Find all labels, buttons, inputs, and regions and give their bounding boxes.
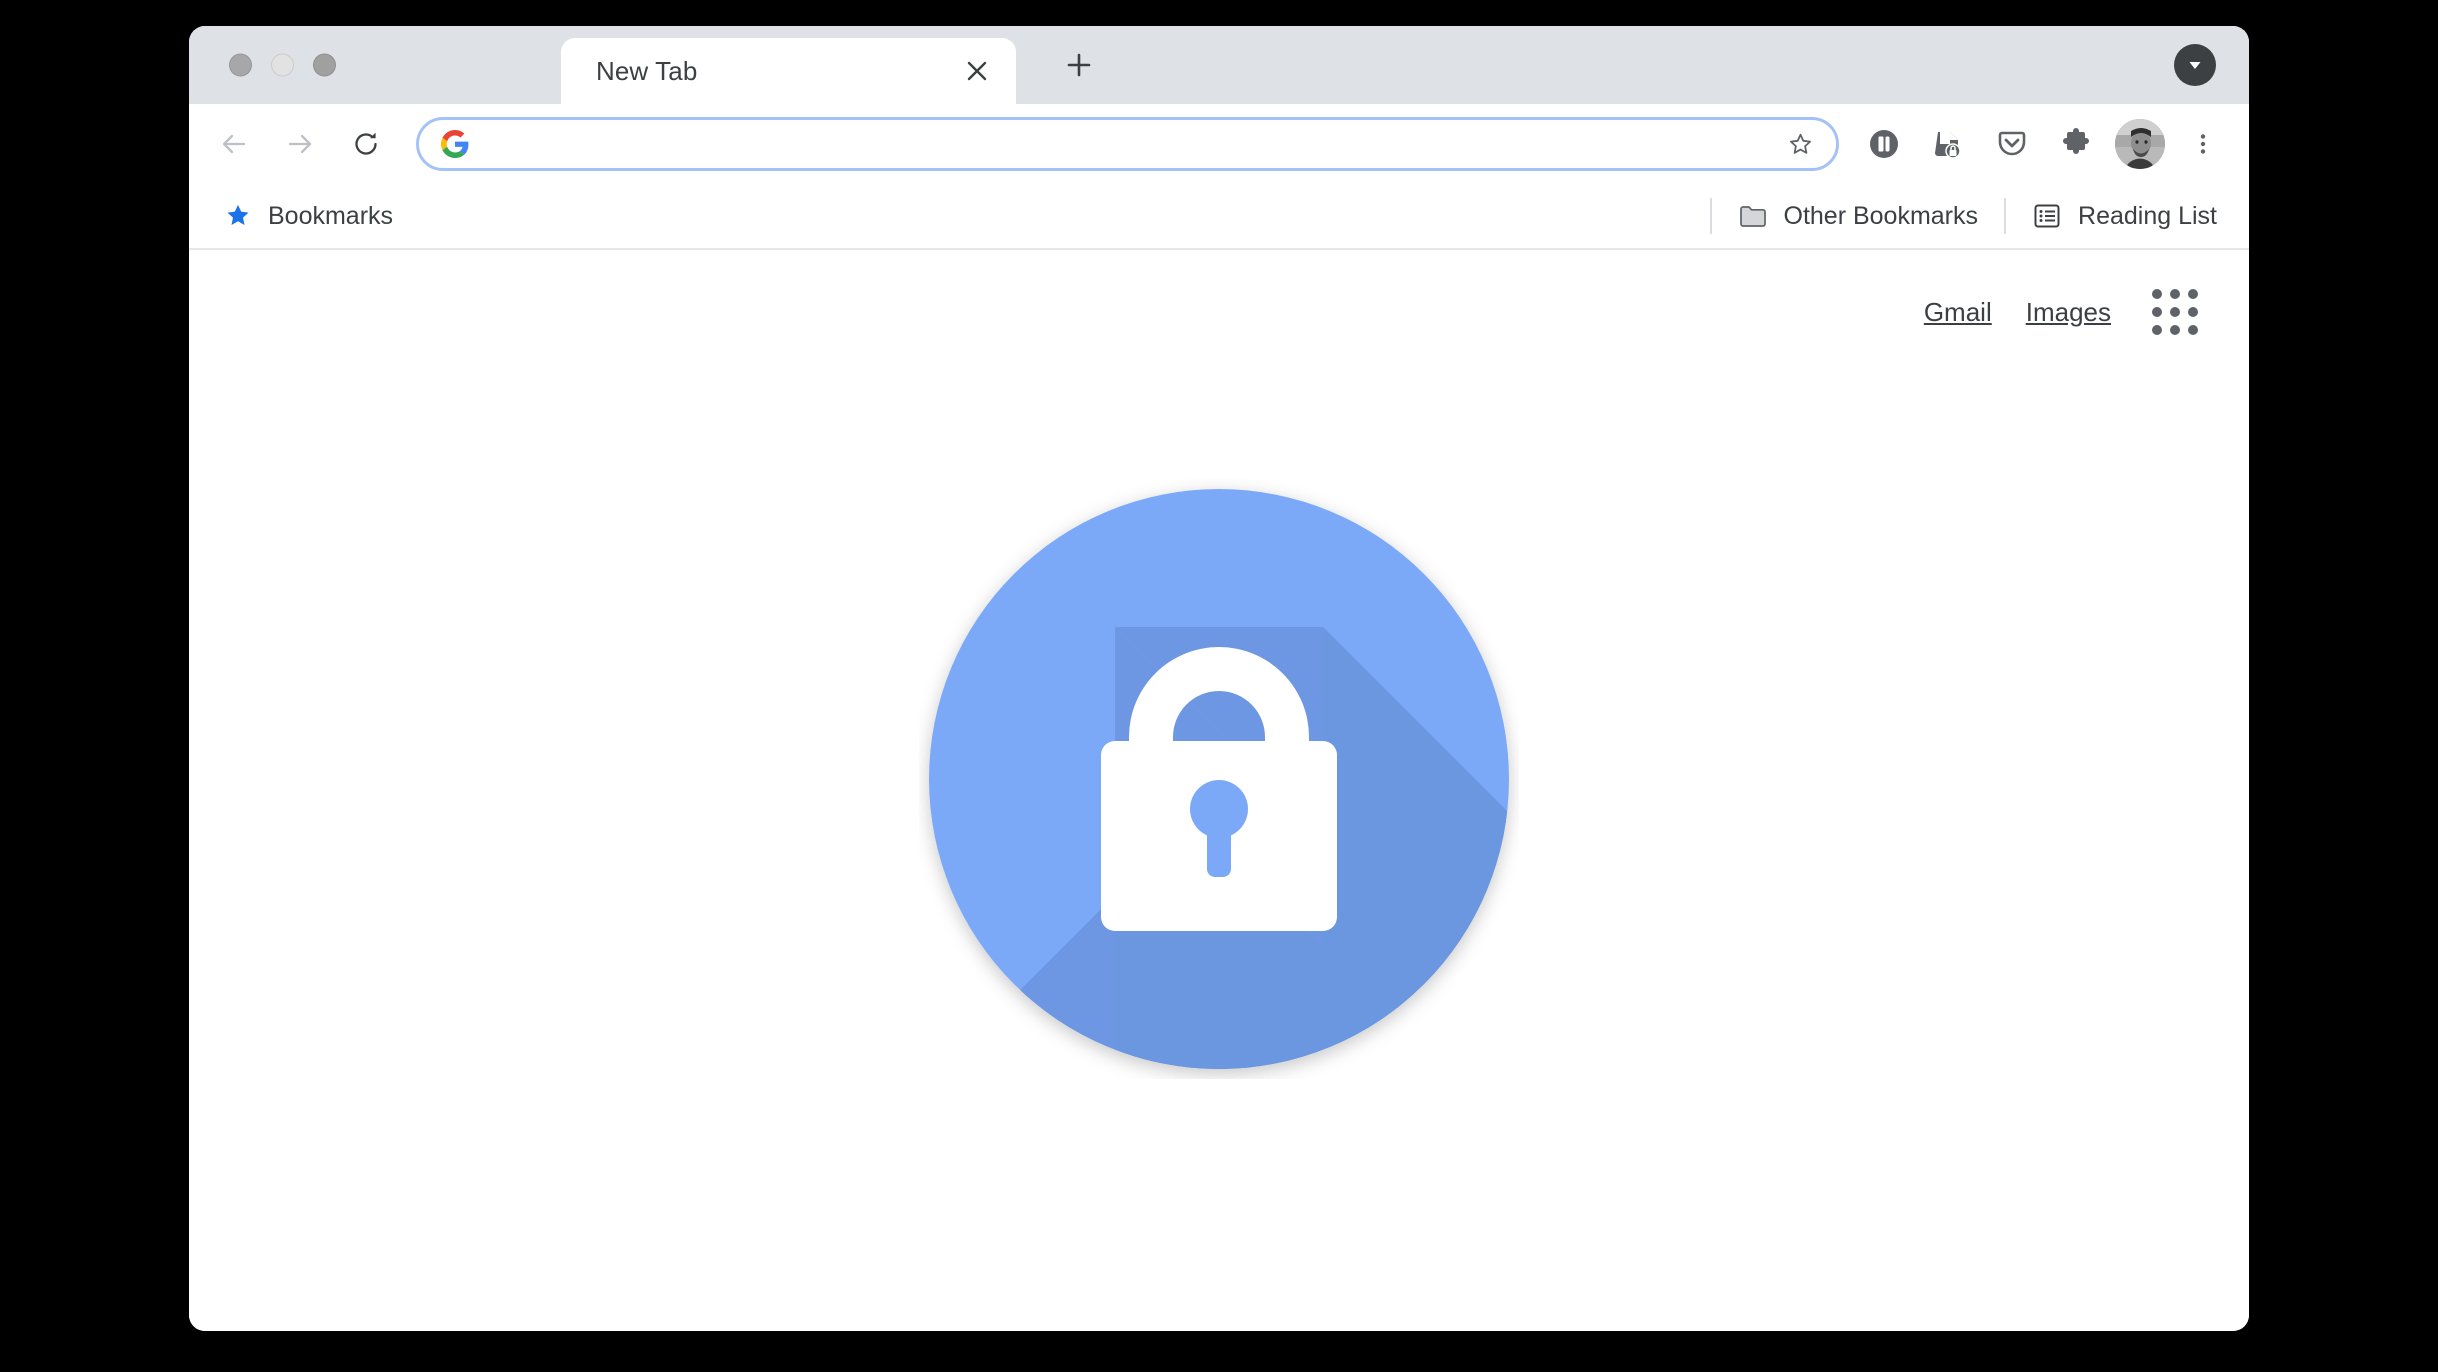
browser-toolbar — [189, 104, 2249, 184]
grid-dot — [2152, 289, 2163, 300]
google-apps-grid-icon[interactable] — [2145, 282, 2205, 342]
grid-dot — [2169, 306, 2180, 317]
folder-icon — [1738, 201, 1768, 231]
close-icon[interactable] — [960, 54, 994, 88]
google-g-icon — [441, 130, 469, 158]
gmail-link[interactable]: Gmail — [1924, 297, 1992, 328]
window-minimize-button[interactable] — [271, 53, 294, 77]
new-tab-page: Gmail Images — [189, 250, 2249, 1331]
bookmark-item-reading-list[interactable]: Reading List — [2020, 193, 2229, 239]
grid-dot — [2187, 289, 2198, 300]
divider — [2004, 198, 2007, 234]
ntp-top-links: Gmail Images — [1924, 282, 2205, 342]
tab-strip: New Tab — [189, 26, 2249, 104]
window-traffic-lights — [229, 53, 336, 77]
bookmark-item-bookmarks[interactable]: Bookmarks — [212, 193, 405, 239]
window-close-button[interactable] — [229, 53, 252, 77]
grid-dot — [2187, 324, 2198, 335]
chevron-down-circle-icon[interactable] — [2174, 44, 2216, 86]
grid-dot — [2169, 324, 2180, 335]
divider — [1709, 198, 1712, 234]
images-link[interactable]: Images — [2026, 297, 2111, 328]
arrow-left-icon[interactable] — [208, 118, 260, 170]
bookmark-label: Other Bookmarks — [1783, 201, 1979, 230]
grid-dot — [2169, 289, 2180, 300]
window-zoom-button[interactable] — [313, 53, 336, 77]
bookmarks-bar-right-group: Other Bookmarks Reading List — [1696, 193, 2230, 239]
bookmark-label: Bookmarks — [268, 201, 394, 230]
address-input[interactable] — [483, 129, 1778, 159]
three-dot-menu-icon[interactable] — [2179, 120, 2227, 168]
tab-new-tab[interactable]: New Tab — [561, 38, 1016, 104]
bookmark-item-other-bookmarks[interactable]: Other Bookmarks — [1726, 193, 1991, 239]
arrow-right-icon[interactable] — [274, 118, 326, 170]
dark-reader-icon[interactable] — [1859, 119, 1909, 169]
bookmarks-bar: Bookmarks Other Bookmarks Reading List — [189, 184, 2249, 250]
new-tab-button[interactable] — [1057, 43, 1101, 87]
password-manager-icon[interactable] — [1923, 119, 1973, 169]
browser-window: New Tab Bookmarks Other Bookmarks Readin… — [189, 26, 2249, 1331]
grid-dot — [2152, 324, 2163, 335]
reading-list-icon — [2032, 201, 2062, 231]
pocket-icon[interactable] — [1987, 119, 2037, 169]
lock-icon-graphic — [919, 479, 1519, 1079]
address-bar[interactable] — [416, 117, 1839, 171]
star-filled-icon — [224, 202, 252, 230]
tab-title: New Tab — [596, 55, 698, 86]
reload-icon[interactable] — [340, 118, 392, 170]
grid-dot — [2187, 306, 2198, 317]
bookmark-label: Reading List — [2078, 201, 2217, 230]
grid-dot — [2152, 306, 2163, 317]
star-outline-icon[interactable] — [1778, 122, 1822, 166]
profile-avatar[interactable] — [2115, 119, 2165, 169]
puzzle-icon[interactable] — [2051, 119, 2101, 169]
